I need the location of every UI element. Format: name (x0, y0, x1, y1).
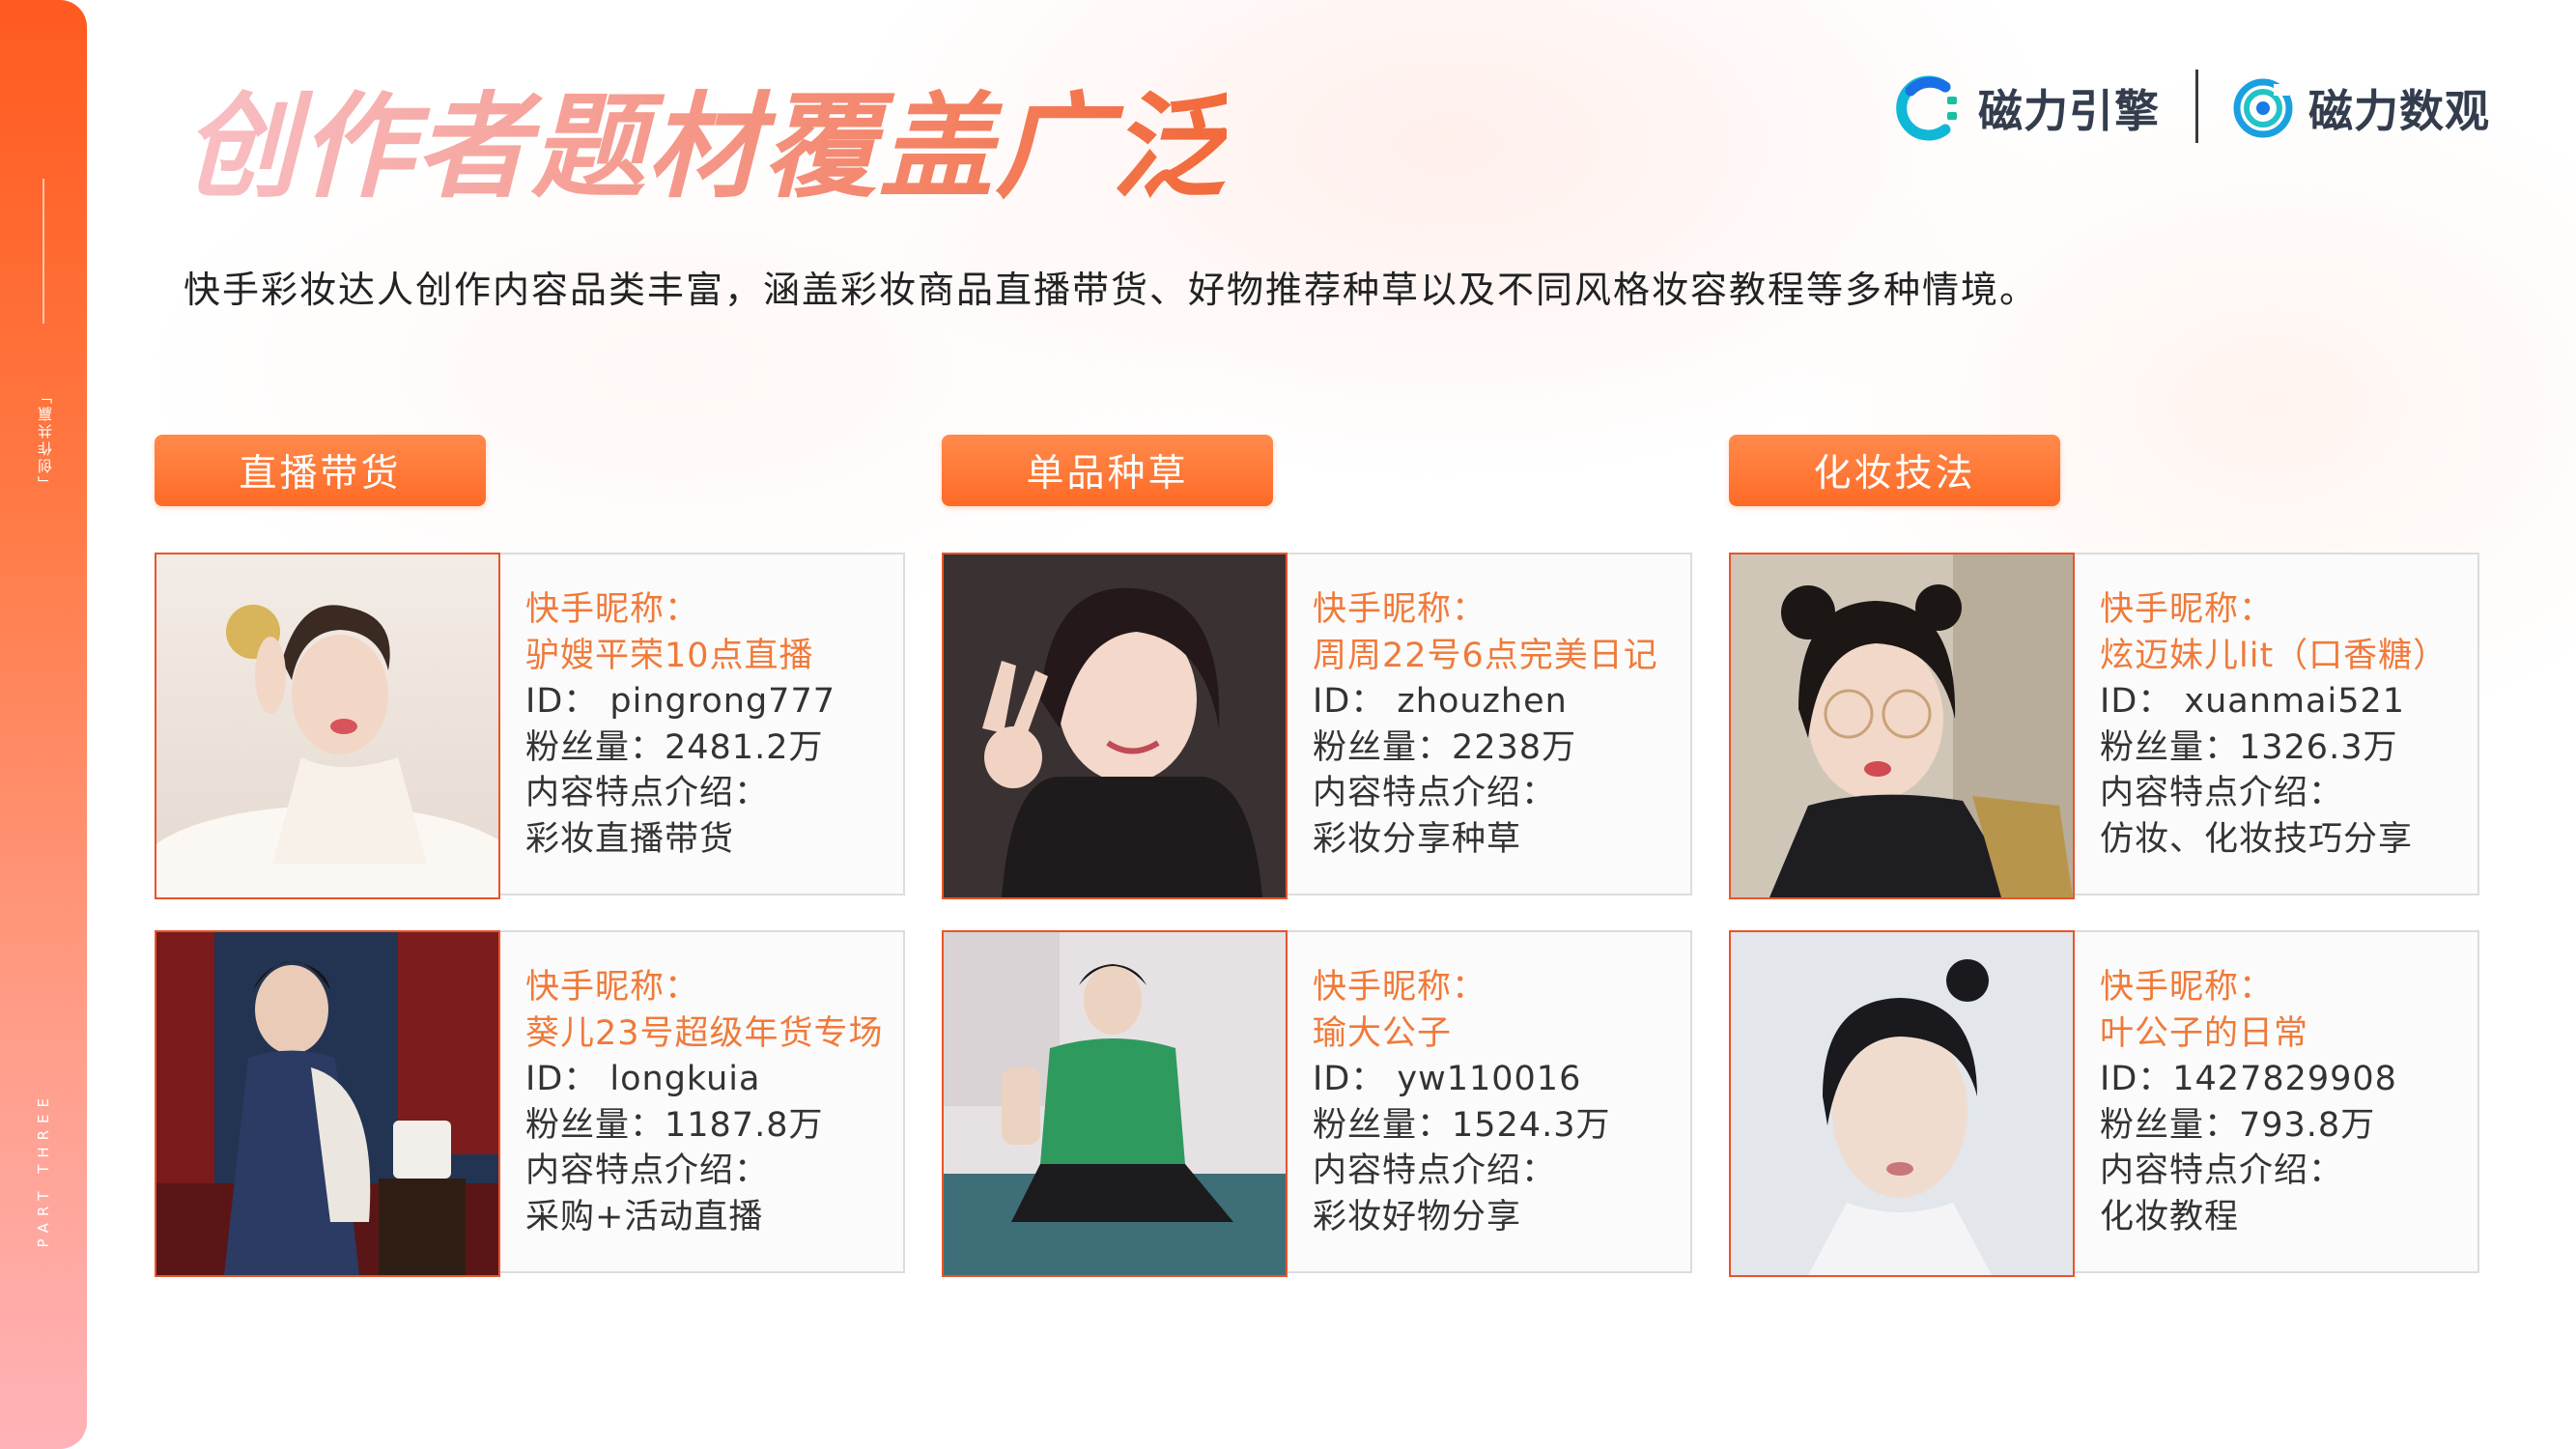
nickname-label: 快手昵称： (1313, 590, 1487, 629)
page-title: 创作者题材覆盖广泛 (184, 80, 1228, 213)
creator-photo (1729, 930, 2075, 1277)
nickname: 叶公子的日常 (2100, 1013, 2309, 1053)
category-tag: 化妆技法 (1729, 435, 2060, 506)
nickname: 葵儿23号超级年货专场 (525, 1013, 884, 1053)
intro-label: 内容特点介绍： (1313, 774, 1557, 812)
category-tag: 单品种草 (942, 435, 1273, 506)
intro-text: 彩妆分享种草 (1313, 819, 1522, 859)
fans-count: 粉丝量：1524.3万 (1313, 1105, 1611, 1145)
creator-photo (942, 930, 1288, 1277)
creator-card: 快手昵称： 驴嫂平荣10点直播 ID： pingrong777 粉丝量：2481… (155, 553, 905, 899)
creator-id: ID： pingrong777 (525, 682, 835, 721)
page-subtitle: 快手彩妆达人创作内容品类丰富，涵盖彩妆商品直播带货、好物推荐种草以及不同风格妆容… (184, 269, 2039, 311)
logo-divider (2195, 70, 2198, 143)
fans-count: 粉丝量：793.8万 (2100, 1105, 2376, 1145)
intro-label: 内容特点介绍： (1313, 1151, 1557, 1190)
creator-info: 快手昵称： 瑜大公子 ID： yw110016 粉丝量：1524.3万 内容特点… (1313, 965, 1689, 1240)
nickname-label: 快手昵称： (525, 590, 700, 629)
column-makeup-skills: 化妆技法 快手昵称： 炫迈妹儿lit（口香糖） ID： xuanmai521 粉… (1729, 435, 2482, 1277)
side-divider (42, 179, 44, 324)
creator-info: 快手昵称： 叶公子的日常 ID：1427829908 粉丝量：793.8万 内容… (2100, 965, 2477, 1240)
creator-card: 快手昵称： 周周22号6点完美日记 ID： zhouzhen 粉丝量：2238万… (942, 553, 1692, 899)
nickname-label: 快手昵称： (2100, 590, 2275, 629)
logo-name: 磁力引擎 (1978, 85, 2160, 137)
intro-label: 内容特点介绍： (2100, 1151, 2344, 1190)
intro-text: 彩妆好物分享 (1313, 1197, 1522, 1236)
side-bar: 「创作共赢」 PART THREE (0, 0, 87, 1449)
category-tag: 直播带货 (155, 435, 486, 506)
magnet-engine-logo-icon (1896, 75, 1957, 141)
side-section-label: 「创作共赢」 (37, 386, 54, 491)
creator-photo (155, 930, 500, 1277)
intro-text: 化妆教程 (2100, 1197, 2240, 1236)
creator-photo (1729, 553, 2075, 899)
creator-id: ID： longkuia (525, 1060, 761, 1098)
nickname-label: 快手昵称： (2100, 968, 2275, 1007)
fans-count: 粉丝量：1326.3万 (2100, 727, 2398, 767)
creator-info: 快手昵称： 驴嫂平荣10点直播 ID： pingrong777 粉丝量：2481… (525, 587, 902, 863)
intro-text: 采购+活动直播 (525, 1197, 764, 1236)
intro-label: 内容特点介绍： (525, 774, 770, 812)
nickname: 炫迈妹儿lit（口香糖） (2100, 636, 2449, 675)
creator-info: 快手昵称： 周周22号6点完美日记 ID： zhouzhen 粉丝量：2238万… (1313, 587, 1689, 863)
nickname: 驴嫂平荣10点直播 (525, 636, 814, 675)
magnet-insight-logo-icon (2233, 78, 2293, 138)
nickname-label: 快手昵称： (1313, 968, 1487, 1007)
nickname: 周周22号6点完美日记 (1313, 636, 1658, 675)
creator-id: ID： zhouzhen (1313, 682, 1568, 721)
creator-info: 快手昵称： 葵儿23号超级年货专场 ID： longkuia 粉丝量：1187.… (525, 965, 902, 1240)
creator-id: ID：1427829908 (2100, 1060, 2397, 1098)
logo-name: 磁力数观 (2308, 85, 2490, 137)
logo-magnet-engine: 磁力引擎 (1891, 70, 2160, 147)
creator-info: 快手昵称： 炫迈妹儿lit（口香糖） ID： xuanmai521 粉丝量：13… (2100, 587, 2477, 863)
fans-count: 粉丝量：1187.8万 (525, 1105, 824, 1145)
creator-card: 快手昵称： 葵儿23号超级年货专场 ID： longkuia 粉丝量：1187.… (155, 930, 905, 1277)
intro-label: 内容特点介绍： (2100, 774, 2344, 812)
side-part-label: PART THREE (35, 1092, 52, 1248)
logo-magnet-insight: 磁力数观 (2231, 70, 2490, 147)
creator-card: 快手昵称： 叶公子的日常 ID：1427829908 粉丝量：793.8万 内容… (1729, 930, 2479, 1277)
creator-photo (942, 553, 1288, 899)
nickname-label: 快手昵称： (525, 968, 700, 1007)
creator-card: 快手昵称： 炫迈妹儿lit（口香糖） ID： xuanmai521 粉丝量：13… (1729, 553, 2479, 899)
creator-photo (155, 553, 500, 899)
creator-card: 快手昵称： 瑜大公子 ID： yw110016 粉丝量：1524.3万 内容特点… (942, 930, 1692, 1277)
nickname: 瑜大公子 (1313, 1013, 1453, 1053)
fans-count: 粉丝量：2238万 (1313, 727, 1577, 767)
creator-id: ID： xuanmai521 (2100, 682, 2405, 721)
column-product-seeding: 单品种草 快手昵称： 周周22号6点完美日记 ID： zhouzhen 粉丝量：… (942, 435, 1695, 1277)
intro-label: 内容特点介绍： (525, 1151, 770, 1190)
creator-id: ID： yw110016 (1313, 1060, 1582, 1098)
intro-text: 仿妆、化妆技巧分享 (2100, 819, 2414, 859)
column-livestream: 直播带货 快手昵称： 驴嫂平荣10点直播 ID： pingrong777 粉丝量… (155, 435, 908, 1277)
intro-text: 彩妆直播带货 (525, 819, 735, 859)
fans-count: 粉丝量：2481.2万 (525, 727, 824, 767)
